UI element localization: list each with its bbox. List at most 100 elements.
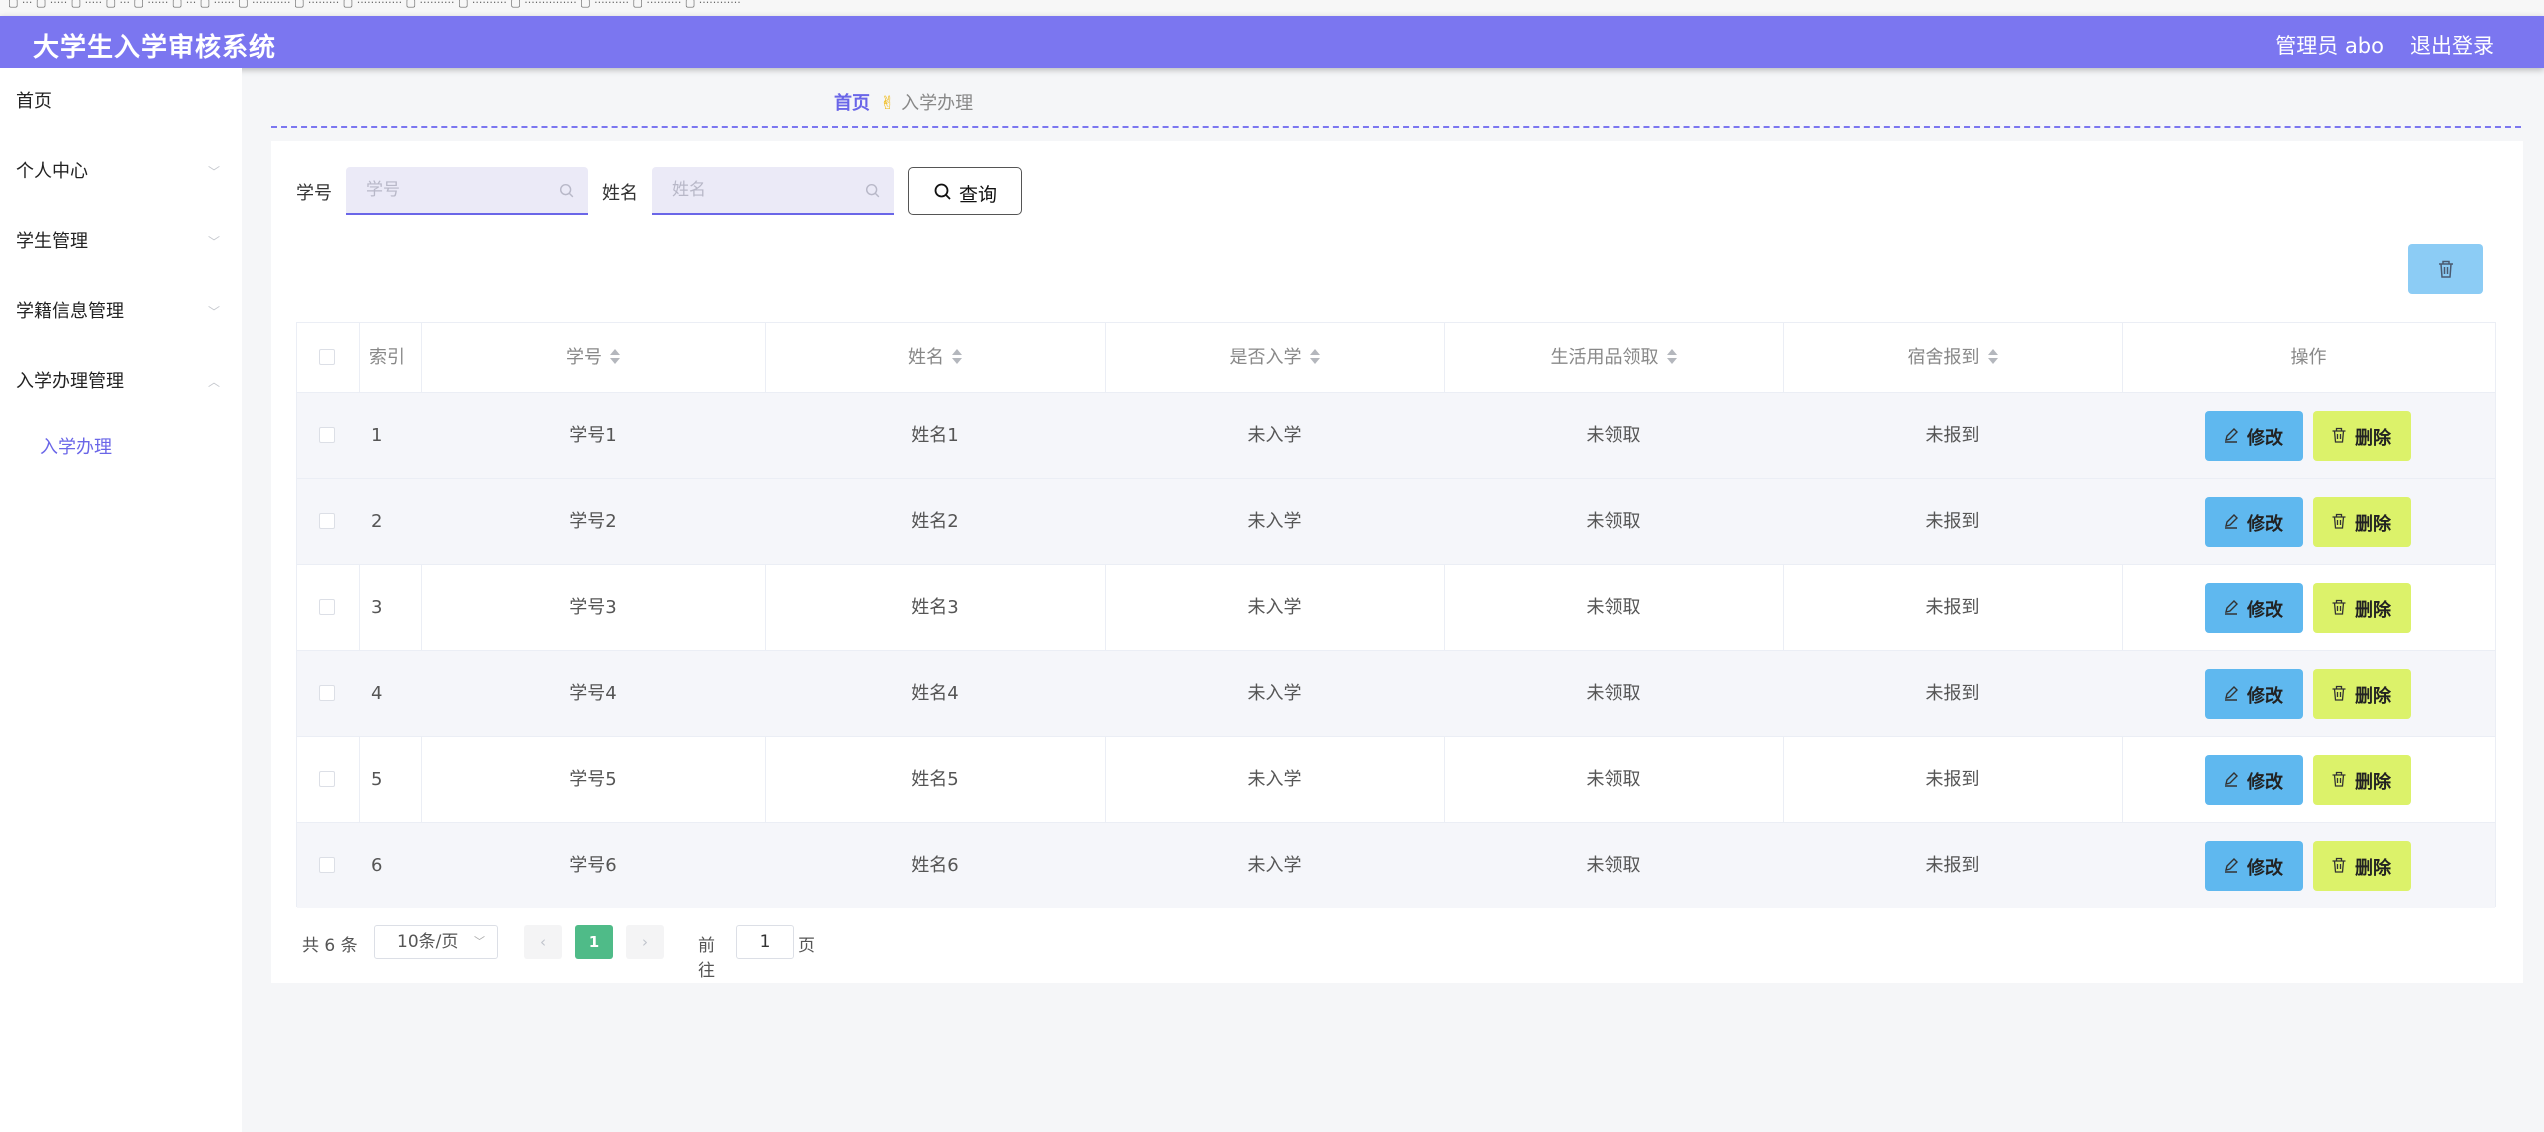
- select-all-checkbox[interactable]: [319, 349, 335, 365]
- sidebar-item-status-management[interactable]: 学籍信息管理 ﹀: [0, 292, 242, 332]
- table-row: 2 学号2 姓名2 未入学 未领取 未报到 修改 删除: [297, 478, 2495, 564]
- cell-supplies: 未领取: [1586, 425, 1641, 446]
- sidebar-item-label: 首页: [16, 91, 52, 112]
- delete-button[interactable]: 删除: [2313, 583, 2411, 633]
- header-enrolled[interactable]: 是否入学: [1105, 323, 1444, 392]
- edit-button-label: 修改: [2247, 772, 2283, 793]
- cell-name: 姓名5: [911, 769, 959, 790]
- delete-button[interactable]: 删除: [2313, 755, 2411, 805]
- cell-student-id: 学号1: [569, 425, 617, 446]
- edit-button[interactable]: 修改: [2205, 669, 2303, 719]
- cell-supplies: 未领取: [1586, 769, 1641, 790]
- logout-button[interactable]: 退出登录: [2410, 30, 2494, 60]
- sidebar-item-home[interactable]: 首页: [0, 82, 242, 122]
- sidebar-item-enrollment-management[interactable]: 入学办理管理 ︿: [0, 362, 242, 402]
- header-index: 索引: [369, 347, 405, 368]
- cell-supplies: 未领取: [1586, 511, 1641, 532]
- header-dorm[interactable]: 宿舍报到: [1783, 323, 2122, 392]
- cell-name: 姓名3: [911, 597, 959, 618]
- batch-delete-button[interactable]: [2408, 244, 2483, 294]
- search-icon: [865, 183, 880, 198]
- cell-name: 姓名4: [911, 683, 959, 704]
- breadcrumb-current: 入学办理: [901, 93, 974, 114]
- delete-button[interactable]: 删除: [2313, 497, 2411, 547]
- edit-icon: [2225, 428, 2238, 443]
- name-input[interactable]: [652, 167, 894, 213]
- table-row: 1 学号1 姓名1 未入学 未领取 未报到 修改 删除: [297, 392, 2495, 478]
- app-title: 大学生入学审核系统: [33, 33, 277, 63]
- cell-enrolled: 未入学: [1247, 769, 1302, 790]
- cell-dorm: 未报到: [1925, 511, 1980, 532]
- edit-button[interactable]: 修改: [2205, 497, 2303, 547]
- header-supplies[interactable]: 生活用品领取: [1444, 323, 1783, 392]
- prev-page-button[interactable]: ‹: [524, 925, 562, 959]
- row-checkbox[interactable]: [319, 857, 335, 873]
- sidebar-item-label: 学生管理: [16, 231, 88, 252]
- delete-button[interactable]: 删除: [2313, 841, 2411, 891]
- edit-button[interactable]: 修改: [2205, 755, 2303, 805]
- row-checkbox[interactable]: [319, 513, 335, 529]
- edit-button[interactable]: 修改: [2205, 411, 2303, 461]
- row-checkbox[interactable]: [319, 427, 335, 443]
- row-checkbox[interactable]: [319, 599, 335, 615]
- cell-index: 3: [371, 597, 383, 618]
- chevron-down-icon: ﹀: [207, 165, 220, 179]
- edit-button-label: 修改: [2247, 428, 2283, 449]
- cell-name: 姓名6: [911, 855, 959, 876]
- delete-button-label: 删除: [2355, 514, 2391, 535]
- breadcrumb-home[interactable]: 首页: [834, 93, 870, 114]
- sidebar-item-label: 学籍信息管理: [16, 301, 124, 322]
- edit-button[interactable]: 修改: [2205, 841, 2303, 891]
- cell-enrolled: 未入学: [1247, 683, 1302, 704]
- cell-index: 1: [371, 425, 383, 446]
- page-size-value: 10条/页: [397, 932, 459, 952]
- page-size-select[interactable]: 10条/页 ﹀: [374, 925, 498, 959]
- cell-enrolled: 未入学: [1247, 425, 1302, 446]
- next-page-button[interactable]: ›: [626, 925, 664, 959]
- breadcrumb-separator-icon: ✌: [880, 93, 896, 114]
- cell-index: 5: [371, 769, 383, 790]
- trash-icon: [2332, 771, 2346, 787]
- cell-enrolled: 未入学: [1247, 511, 1302, 532]
- header-label: 学号: [566, 347, 602, 368]
- delete-button[interactable]: 删除: [2313, 411, 2411, 461]
- cell-supplies: 未领取: [1586, 597, 1641, 618]
- student-id-input[interactable]: [346, 167, 588, 213]
- edit-button-label: 修改: [2247, 514, 2283, 535]
- trash-icon: [2332, 599, 2346, 615]
- cell-supplies: 未领取: [1586, 683, 1641, 704]
- row-checkbox[interactable]: [319, 685, 335, 701]
- edit-button-label: 修改: [2247, 686, 2283, 707]
- cell-dorm: 未报到: [1925, 597, 1980, 618]
- top-header: 大学生入学审核系统 管理员 abo 退出登录: [0, 16, 2544, 68]
- sidebar-item-student-management[interactable]: 学生管理 ﹀: [0, 222, 242, 262]
- trash-icon: [2332, 857, 2346, 873]
- table-row: 4 学号4 姓名4 未入学 未领取 未报到 修改 删除: [297, 650, 2495, 736]
- name-label: 姓名: [602, 183, 638, 204]
- sidebar-item-personal-center[interactable]: 个人中心 ﹀: [0, 152, 242, 192]
- cell-name: 姓名2: [911, 511, 959, 532]
- enrollment-table: 索引 学号 姓名 是否入学 生活用品领取 宿舍报到 操作 1 学号1 姓名1 未…: [296, 322, 2496, 908]
- delete-button-label: 删除: [2355, 858, 2391, 879]
- sidebar-subitem-enrollment[interactable]: 入学办理: [0, 428, 242, 468]
- cell-dorm: 未报到: [1925, 855, 1980, 876]
- cell-dorm: 未报到: [1925, 769, 1980, 790]
- goto-page-input[interactable]: 1: [736, 925, 794, 959]
- trash-icon: [2332, 513, 2346, 529]
- sort-icon: [1987, 349, 1998, 365]
- page-number-button[interactable]: 1: [575, 925, 613, 959]
- query-button[interactable]: 查询: [908, 167, 1022, 215]
- delete-button-label: 删除: [2355, 686, 2391, 707]
- delete-button[interactable]: 删除: [2313, 669, 2411, 719]
- edit-button-label: 修改: [2247, 858, 2283, 879]
- sort-icon: [610, 349, 620, 365]
- cell-index: 6: [371, 855, 383, 876]
- sort-icon: [952, 349, 962, 365]
- header-student-id[interactable]: 学号: [421, 323, 765, 392]
- row-checkbox[interactable]: [319, 771, 335, 787]
- header-name[interactable]: 姓名: [765, 323, 1105, 392]
- delete-button-label: 删除: [2355, 428, 2391, 449]
- query-button-label: 查询: [959, 184, 998, 206]
- edit-button[interactable]: 修改: [2205, 583, 2303, 633]
- cell-enrolled: 未入学: [1247, 597, 1302, 618]
